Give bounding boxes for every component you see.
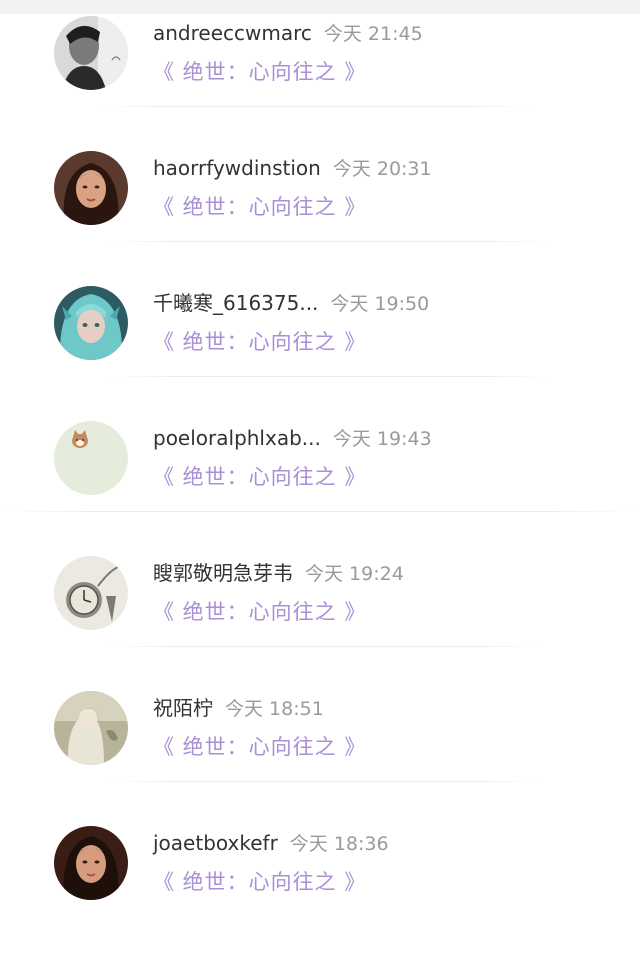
divider bbox=[110, 781, 540, 782]
avatar[interactable] bbox=[54, 16, 128, 90]
username-line: poeloralphlxab... 今天 19:43 bbox=[153, 425, 432, 452]
username-line: joaetboxkefr 今天 18:36 bbox=[153, 830, 389, 857]
divider bbox=[0, 511, 640, 512]
timestamp: 今天 19:24 bbox=[305, 563, 404, 585]
username-line: andreeccwmarc 今天 21:45 bbox=[153, 20, 423, 47]
comment-item[interactable]: 瞍郭敬明急芽韦 今天 19:24 《 绝世：心向往之 》 bbox=[0, 548, 640, 683]
username-line: 祝陌柠 今天 18:51 bbox=[153, 695, 324, 722]
woman-portrait-icon bbox=[54, 826, 128, 900]
comment-item[interactable]: 祝陌柠 今天 18:51 《 绝世：心向往之 》 bbox=[0, 683, 640, 818]
vintage-illustration-icon bbox=[54, 691, 128, 765]
username[interactable]: poeloralphlxab... bbox=[153, 426, 321, 450]
pocket-watch-icon bbox=[54, 556, 128, 630]
comment-item[interactable]: poeloralphlxab... 今天 19:43 《 绝世：心向往之 》 bbox=[0, 413, 640, 548]
divider bbox=[110, 646, 540, 647]
man-portrait-icon bbox=[54, 16, 128, 90]
avatar[interactable] bbox=[54, 286, 128, 360]
avatar[interactable] bbox=[54, 151, 128, 225]
avatar[interactable] bbox=[54, 691, 128, 765]
username-line: haorrfywdinstion 今天 20:31 bbox=[153, 155, 432, 182]
username[interactable]: 千曦寒_616375... bbox=[153, 291, 318, 315]
username[interactable]: haorrfywdinstion bbox=[153, 156, 321, 180]
divider bbox=[110, 376, 550, 377]
username[interactable]: 祝陌柠 bbox=[153, 696, 213, 720]
cat-icon bbox=[54, 421, 128, 495]
timestamp: 今天 19:43 bbox=[332, 428, 432, 450]
avatar[interactable] bbox=[54, 421, 128, 495]
avatar[interactable] bbox=[54, 826, 128, 900]
timestamp: 今天 20:31 bbox=[332, 158, 432, 180]
woman-portrait-icon bbox=[54, 151, 128, 225]
book-link[interactable]: 《 绝世：心向往之 》 bbox=[153, 868, 366, 896]
avatar[interactable] bbox=[54, 556, 128, 630]
username-line: 瞍郭敬明急芽韦 今天 19:24 bbox=[153, 560, 404, 587]
comment-item[interactable]: andreeccwmarc 今天 21:45 《 绝世：心向往之 》 bbox=[0, 8, 640, 143]
username[interactable]: andreeccwmarc bbox=[153, 21, 312, 45]
timestamp: 今天 18:36 bbox=[289, 833, 389, 855]
comment-item[interactable]: haorrfywdinstion 今天 20:31 《 绝世：心向往之 》 bbox=[0, 143, 640, 278]
username-line: 千曦寒_616375... 今天 19:50 bbox=[153, 290, 429, 317]
divider bbox=[110, 241, 550, 242]
username[interactable]: joaetboxkefr bbox=[153, 831, 278, 855]
book-link[interactable]: 《 绝世：心向往之 》 bbox=[153, 58, 366, 86]
username[interactable]: 瞍郭敬明急芽韦 bbox=[153, 561, 293, 585]
timestamp: 今天 19:50 bbox=[330, 293, 430, 315]
comment-item[interactable]: joaetboxkefr 今天 18:36 《 绝世：心向往之 》 bbox=[0, 818, 640, 953]
book-link[interactable]: 《 绝世：心向往之 》 bbox=[153, 733, 366, 761]
divider bbox=[100, 106, 530, 107]
book-link[interactable]: 《 绝世：心向往之 》 bbox=[153, 328, 366, 356]
timestamp: 今天 18:51 bbox=[225, 698, 324, 720]
timestamp: 今天 21:45 bbox=[323, 23, 423, 45]
teal-hair-character-icon bbox=[54, 286, 128, 360]
book-link[interactable]: 《 绝世：心向往之 》 bbox=[153, 463, 366, 491]
comment-item[interactable]: 千曦寒_616375... 今天 19:50 《 绝世：心向往之 》 bbox=[0, 278, 640, 413]
book-link[interactable]: 《 绝世：心向往之 》 bbox=[153, 598, 366, 626]
book-link[interactable]: 《 绝世：心向往之 》 bbox=[153, 193, 366, 221]
